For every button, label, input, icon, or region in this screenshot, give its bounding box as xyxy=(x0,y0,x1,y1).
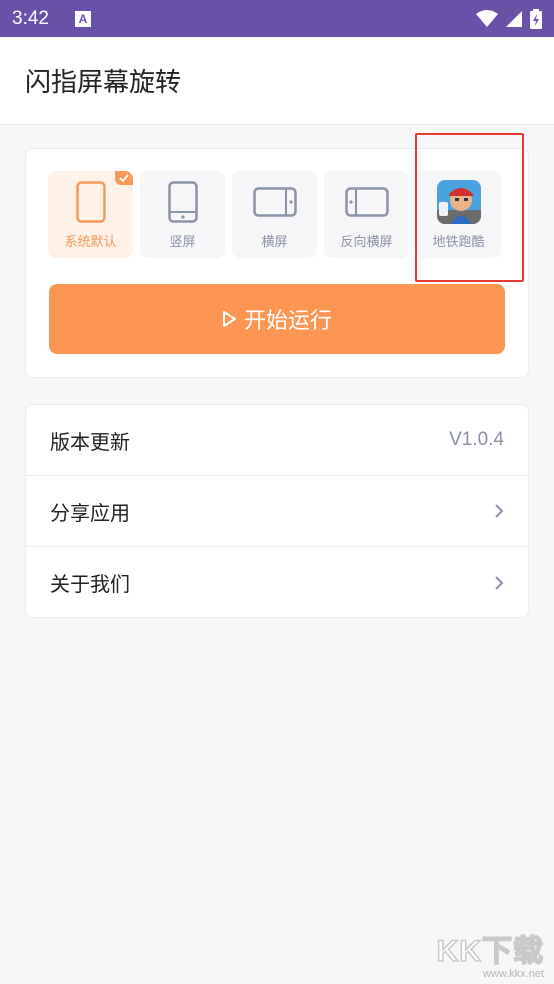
mode-label: 竖屏 xyxy=(169,235,196,250)
mode-subway-surfers[interactable]: 地铁跑酷 xyxy=(416,171,501,258)
subway-surfers-game-icon xyxy=(436,180,481,224)
mode-label: 地铁跑酷 xyxy=(432,235,485,250)
menu-item-label: 版本更新 xyxy=(50,429,130,454)
menu-item-label: 关于我们 xyxy=(50,572,130,596)
chevron-right-icon xyxy=(495,504,504,518)
mode-system-default[interactable]: 系统默认 xyxy=(48,171,133,258)
start-button[interactable]: 开始运行 xyxy=(49,284,505,354)
menu-card: 版本更新 V1.0.4 分享应用 关于我们 xyxy=(25,404,529,618)
watermark: KK下载 www.kkx.net xyxy=(436,926,544,980)
selected-check-icon xyxy=(115,171,133,185)
page-title: 闪指屏幕旋转 xyxy=(25,68,182,98)
status-time: 3:42 xyxy=(12,7,49,29)
menu-item-label: 分享应用 xyxy=(50,500,130,525)
status-icons xyxy=(476,8,542,29)
watermark-logo: KK下载 xyxy=(436,934,544,969)
landscape-icon xyxy=(252,180,297,224)
mode-label: 系统默认 xyxy=(64,235,117,250)
phone-outline-icon xyxy=(75,180,106,224)
chevron-right-icon xyxy=(495,575,504,590)
menu-item-share-app[interactable]: 分享应用 xyxy=(26,476,528,547)
rotation-mode-card: 系统默认 竖屏 横屏 反向横屏 地铁跑酷 开始运行 xyxy=(25,148,529,378)
status-bar: 3:42 A xyxy=(0,0,554,37)
mode-list: 系统默认 竖屏 横屏 反向横屏 地铁跑酷 xyxy=(48,171,501,258)
battery-charging-icon xyxy=(530,8,542,29)
wifi-icon xyxy=(476,9,498,27)
start-button-label: 开始运行 xyxy=(243,309,332,334)
version-value: V1.0.4 xyxy=(449,429,504,450)
mode-portrait[interactable]: 竖屏 xyxy=(140,171,225,258)
play-icon xyxy=(222,311,236,327)
mode-label: 反向横屏 xyxy=(340,235,393,250)
signal-icon xyxy=(506,10,522,27)
notification-badge-icon: A xyxy=(74,10,91,27)
mode-label: 横屏 xyxy=(261,235,288,250)
menu-item-version-update[interactable]: 版本更新 V1.0.4 xyxy=(26,405,528,476)
mode-landscape[interactable]: 横屏 xyxy=(232,171,317,258)
menu-item-about-us[interactable]: 关于我们 xyxy=(26,547,528,617)
app-bar: 闪指屏幕旋转 xyxy=(0,37,554,125)
mode-reverse-landscape[interactable]: 反向横屏 xyxy=(324,171,409,258)
reverse-landscape-icon xyxy=(344,180,389,224)
portrait-icon xyxy=(167,180,198,224)
